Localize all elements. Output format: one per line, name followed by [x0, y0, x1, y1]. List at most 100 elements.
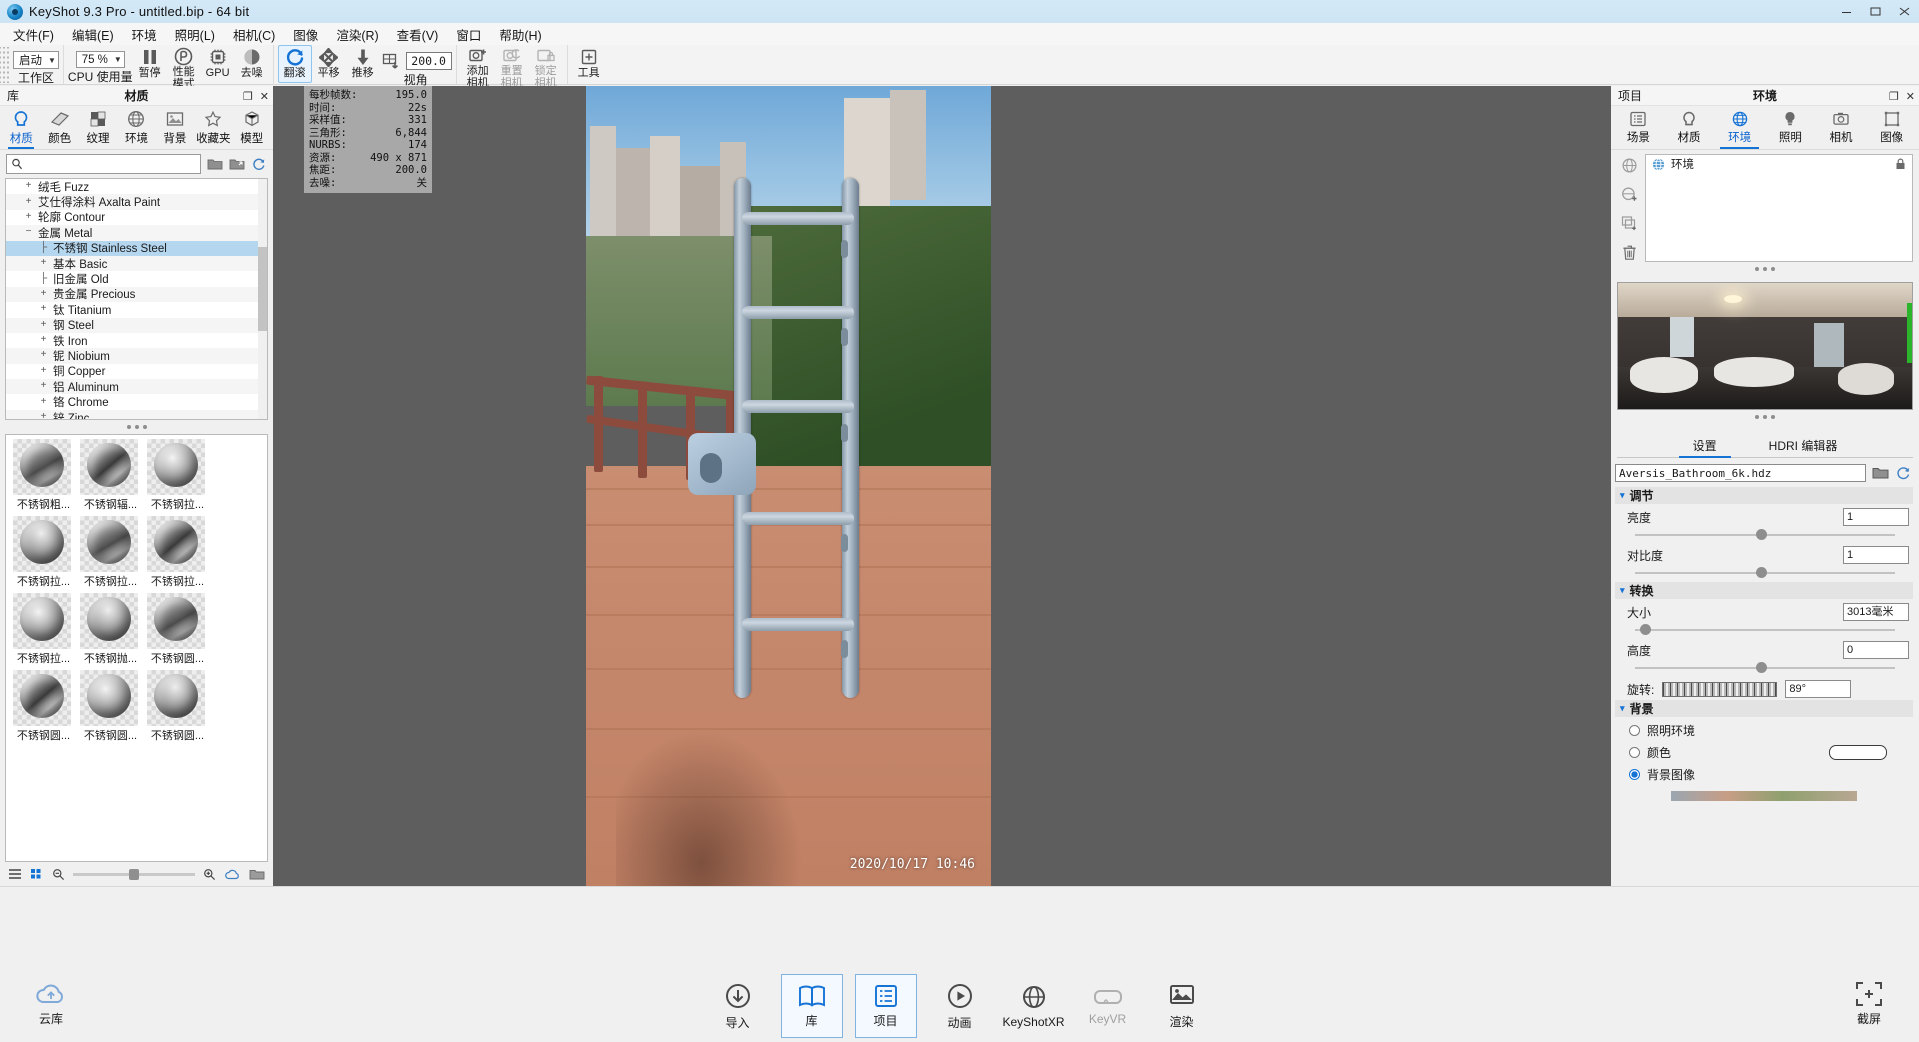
rotation-input[interactable]: 89°	[1785, 680, 1852, 698]
pause-button[interactable]: 暂停	[133, 45, 167, 85]
material-thumbnail[interactable]: 不锈钢拉...	[80, 516, 141, 589]
library-undock-button[interactable]: ❐	[243, 90, 253, 103]
project-undock-button[interactable]: ❐	[1889, 90, 1899, 103]
tab-hdri-editor[interactable]: HDRI 编辑器	[1765, 437, 1842, 457]
menu-help[interactable]: 帮助(H)	[490, 22, 550, 47]
expand-icon[interactable]: +	[39, 319, 48, 330]
zoom-in-icon[interactable]	[203, 868, 216, 881]
cpu-dropdown[interactable]: 75 % ▼	[75, 51, 125, 68]
radio-icon[interactable]	[1629, 725, 1640, 736]
lock-icon[interactable]	[1895, 158, 1906, 170]
hdri-preview[interactable]	[1617, 282, 1913, 410]
material-thumbnail[interactable]: 不锈钢圆...	[147, 593, 208, 666]
folder-icon[interactable]	[1872, 466, 1889, 480]
expand-icon[interactable]: +	[24, 181, 33, 191]
material-thumbnail[interactable]: 不锈钢拉...	[13, 593, 74, 666]
size-slider[interactable]	[1627, 623, 1895, 637]
library-import-button[interactable]	[228, 156, 245, 173]
search-input[interactable]	[27, 158, 196, 170]
expand-icon[interactable]: +	[39, 304, 48, 314]
tab-backgrounds[interactable]: 背景	[156, 106, 194, 149]
material-tree-row[interactable]: + 铌 Niobium	[6, 348, 267, 364]
material-thumbnail[interactable]: 不锈钢圆...	[147, 670, 208, 743]
leaf-icon[interactable]: ├	[39, 273, 48, 284]
expand-icon[interactable]: +	[39, 258, 48, 268]
material-tree-row[interactable]: + 钢 Steel	[6, 317, 267, 333]
expand-icon[interactable]: +	[39, 335, 48, 345]
expand-icon[interactable]: +	[24, 196, 33, 207]
material-tree-row[interactable]: ├ 不锈钢 Stainless Steel	[6, 240, 267, 256]
toolbar-grip[interactable]	[0, 47, 9, 83]
tab-scene[interactable]: 场景	[1613, 106, 1664, 149]
material-tree-row[interactable]: + 铁 Iron	[6, 333, 267, 348]
gpu-button[interactable]: GPU	[201, 45, 235, 85]
menu-camera[interactable]: 相机(C)	[224, 22, 284, 47]
library-close-button[interactable]: ✕	[260, 90, 269, 103]
background-image-preview[interactable]	[1671, 791, 1857, 801]
expand-icon[interactable]: +	[24, 211, 33, 222]
folder-open-icon[interactable]	[249, 868, 265, 881]
cpu-control[interactable]: 75 % ▼ CPU 使用量	[68, 45, 133, 85]
material-thumbnail[interactable]: 不锈钢圆...	[80, 670, 141, 743]
material-tree-row[interactable]: + 锌 Zinc	[6, 409, 267, 419]
material-thumbnail[interactable]: 不锈钢拉...	[147, 439, 208, 512]
material-thumbnail-grid[interactable]: 不锈钢粗... 不锈钢辐... 不锈钢拉... 不锈钢拉... 不锈钢拉... 不锈钢拉.…	[5, 434, 268, 862]
tab-lighting[interactable]: 照明	[1765, 106, 1816, 149]
add-camera-button[interactable]: 添加 相机	[461, 45, 495, 89]
maximize-button[interactable]	[1861, 0, 1890, 23]
zoom-out-icon[interactable]	[52, 868, 65, 881]
minimize-button[interactable]	[1832, 0, 1861, 23]
hdri-file-input[interactable]: Aversis_Bathroom_6k.hdz	[1615, 464, 1866, 482]
material-thumbnail[interactable]: 不锈钢辐...	[80, 439, 141, 512]
tab-image[interactable]: 图像	[1866, 106, 1917, 149]
material-tree-row[interactable]: − 金属 Metal	[6, 225, 267, 241]
menu-environment[interactable]: 环境	[123, 22, 166, 47]
ladder-model[interactable]	[688, 178, 862, 698]
environment-list[interactable]: 环境	[1645, 154, 1913, 262]
rotation-wheel[interactable]	[1662, 681, 1778, 697]
material-tree-row[interactable]: + 轮廓 Contour	[6, 210, 267, 225]
perspective-icon[interactable]	[380, 51, 402, 71]
refresh-icon[interactable]	[1895, 466, 1911, 480]
add-environment-icon[interactable]	[1620, 185, 1638, 203]
project-splitter-handle[interactable]	[1611, 262, 1919, 276]
tree-scroll-thumb[interactable]	[258, 247, 267, 331]
background-option-lighting-environment[interactable]: 照明环境	[1615, 717, 1913, 739]
list-item[interactable]: 环境	[1646, 155, 1912, 173]
library-splitter-handle[interactable]	[0, 420, 273, 434]
contrast-input[interactable]: 1	[1843, 546, 1909, 564]
render-viewport[interactable]: 每秒帧数: 195.0 时间: 22s 采样值: 331 三角形: 6,844 NURBS: 17…	[273, 86, 1611, 886]
material-thumbnail[interactable]: 不锈钢抛...	[80, 593, 141, 666]
menu-render[interactable]: 渲染(R)	[327, 22, 387, 47]
delete-icon[interactable]	[1620, 243, 1638, 261]
lock-camera-button[interactable]: 锁定 相机	[529, 45, 563, 89]
background-color-swatch[interactable]	[1829, 745, 1887, 760]
brightness-slider[interactable]	[1627, 528, 1895, 542]
material-tree-row[interactable]: ├ 旧金属 Old	[6, 271, 267, 286]
menu-view[interactable]: 查看(V)	[388, 22, 448, 47]
expand-icon[interactable]: +	[39, 396, 48, 407]
library-button[interactable]: 库	[780, 974, 843, 1038]
background-option-color[interactable]: 颜色	[1615, 739, 1913, 761]
expand-icon[interactable]: +	[39, 381, 48, 391]
pan-button[interactable]: 平移	[312, 45, 346, 85]
render-button[interactable]: 渲染	[1151, 974, 1213, 1038]
material-tree-row[interactable]: + 铬 Chrome	[6, 394, 267, 409]
adjust-section-header[interactable]: ▾ 调节	[1615, 487, 1913, 504]
tab-project-environment[interactable]: 环境	[1714, 106, 1765, 149]
screenshot-button[interactable]: 截屏	[1837, 972, 1901, 1036]
environment-sphere-icon[interactable]	[1620, 156, 1638, 174]
slider-knob[interactable]	[129, 868, 140, 880]
keyvr-button[interactable]: KeyVR	[1077, 974, 1139, 1038]
search-field[interactable]	[6, 154, 201, 174]
hook-part[interactable]	[688, 433, 756, 495]
tab-project-materials[interactable]: 材质	[1664, 106, 1715, 149]
material-tree-row[interactable]: + 贵金属 Precious	[6, 286, 267, 303]
import-button[interactable]: 导入	[707, 974, 769, 1038]
contrast-slider[interactable]	[1627, 566, 1895, 580]
orbit-button[interactable]: 翻滚	[277, 45, 312, 83]
list-view-icon[interactable]	[8, 868, 22, 880]
tab-project-camera[interactable]: 相机	[1816, 106, 1867, 149]
library-folder-button[interactable]	[206, 156, 223, 173]
dolly-button[interactable]: 推移	[346, 45, 380, 85]
